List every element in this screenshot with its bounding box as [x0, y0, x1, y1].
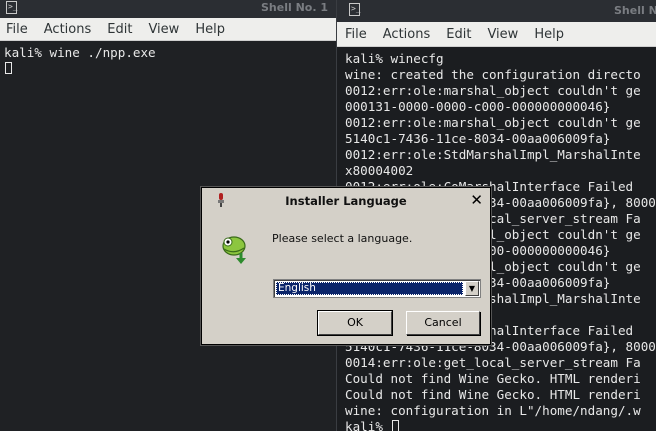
terminal-prompt-line: kali% [345, 419, 648, 431]
window-titlebar[interactable]: >_ Shell No. 1 [0, 0, 336, 18]
installer-language-dialog: Installer Language ✕ Please select a lan… [201, 187, 491, 345]
menu-file[interactable]: File [6, 22, 28, 37]
terminal-line: x80004002 [345, 163, 414, 178]
menu-help[interactable]: Help [195, 22, 225, 37]
menu-bar: File Actions Edit View Help [0, 18, 336, 41]
terminal-icon: >_ [349, 3, 361, 16]
terminal-line: 0012:err:ole:marshal_object couldn't ge [345, 83, 641, 98]
menu-view[interactable]: View [487, 27, 518, 42]
window-title: Shell No [614, 4, 656, 17]
menu-edit[interactable]: Edit [446, 27, 471, 42]
dialog-title: Installer Language [285, 194, 407, 208]
terminal-line: Could not find Wine Gecko. HTML renderi [345, 387, 641, 402]
chevron-down-icon[interactable]: ▼ [465, 281, 479, 296]
terminal-line: wine: configuration in L"/home/ndang/.w [345, 403, 641, 418]
notepad-plus-plus-chameleon-icon [222, 236, 246, 264]
selected-language: English [276, 282, 463, 295]
terminal-line: Could not find Wine Gecko. HTML renderi [345, 371, 641, 386]
menu-edit[interactable]: Edit [107, 22, 132, 37]
cancel-button[interactable]: Cancel [406, 311, 480, 335]
cursor [391, 420, 399, 431]
dialog-titlebar[interactable]: Installer Language ✕ [202, 188, 490, 214]
terminal-line: 0014:err:ole:get_local_server_stream Fa [345, 355, 641, 370]
terminal-line: 0012:err:ole:StdMarshalImpl_MarshalInte [345, 147, 641, 162]
terminal-line: 0012:err:ole:marshal_object couldn't ge [345, 115, 641, 130]
terminal-line: kali% winecfg [345, 51, 444, 66]
window-titlebar[interactable]: >_ Shell No [337, 0, 656, 22]
window-title: Shell No. 1 [260, 1, 328, 14]
close-icon[interactable]: ✕ [470, 191, 483, 209]
menu-view[interactable]: View [148, 22, 179, 37]
terminal-line: 000131-0000-0000-c000-000000000046} [345, 99, 611, 114]
terminal-output[interactable]: kali% wine ./npp.exe [0, 41, 336, 81]
menu-help[interactable]: Help [534, 27, 564, 42]
ok-button[interactable]: OK [317, 310, 393, 336]
menu-bar: File Actions Edit View Help [337, 22, 656, 47]
terminal-prompt: kali% [345, 419, 391, 431]
menu-actions[interactable]: Actions [44, 22, 92, 37]
terminal-line: kali% wine ./npp.exe [4, 45, 156, 60]
menu-actions[interactable]: Actions [383, 27, 431, 42]
language-prompt: Please select a language. [272, 232, 413, 245]
terminal-line: wine: created the configuration directo [345, 67, 641, 82]
terminal-line: 5140c1-7436-11ce-8034-00aa006009fa} [345, 131, 611, 146]
cursor [5, 62, 12, 74]
language-select[interactable]: English ▼ [273, 279, 481, 298]
menu-file[interactable]: File [345, 27, 367, 42]
terminal-icon: >_ [6, 1, 18, 14]
